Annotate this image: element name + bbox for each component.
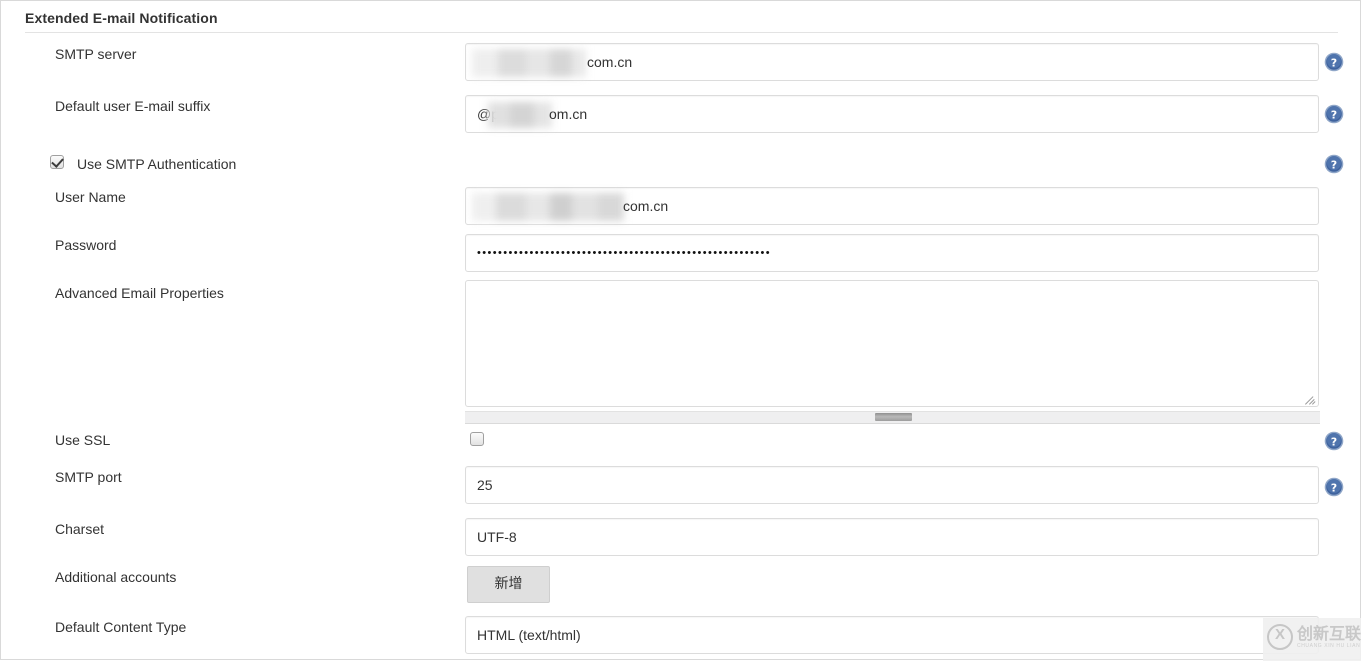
redacted-text-block — [472, 49, 586, 77]
charset-value: UTF-8 — [477, 529, 517, 545]
header-divider — [25, 32, 1338, 33]
label-smtp-server: SMTP server — [55, 46, 137, 62]
password-input[interactable]: ••••••••••••••••••••••••••••••••••••••••… — [465, 234, 1319, 272]
default-content-type-input[interactable]: HTML (text/html) — [465, 616, 1319, 654]
smtp-port-input[interactable]: 25 — [465, 466, 1319, 504]
svg-text:?: ? — [1331, 159, 1337, 172]
smtp-server-value: com.cn — [587, 54, 633, 70]
watermark: 创新互联 CHUANG XIN HU LIAN — [1263, 618, 1361, 661]
use-ssl-checkbox[interactable] — [470, 432, 484, 446]
svg-text:?: ? — [1331, 57, 1337, 70]
label-email-suffix: Default user E-mail suffix — [55, 98, 211, 114]
label-default-content-type: Default Content Type — [55, 619, 187, 635]
scrollbar-thumb[interactable] — [875, 413, 912, 421]
redacted-text-block — [472, 193, 624, 221]
use-smtp-authentication-checkbox[interactable] — [50, 155, 64, 169]
label-smtp-port: SMTP port — [55, 469, 122, 485]
default-content-type-value: HTML (text/html) — [477, 627, 581, 643]
settings-panel: Extended E-mail Notification SMTP server… — [0, 0, 1361, 661]
help-icon[interactable]: ? — [1324, 52, 1344, 72]
svg-text:?: ? — [1331, 482, 1337, 495]
add-account-button[interactable]: 新增 — [467, 566, 550, 603]
label-additional-accounts: Additional accounts — [55, 569, 177, 585]
help-icon[interactable]: ? — [1324, 154, 1344, 174]
email-suffix-prefix: @p — [477, 106, 499, 122]
label-password: Password — [55, 237, 117, 253]
smtp-port-value: 25 — [477, 477, 493, 493]
charset-input[interactable]: UTF-8 — [465, 518, 1319, 556]
help-icon[interactable]: ? — [1324, 477, 1344, 497]
watermark-pinyin-text: CHUANG XIN HU LIAN — [1297, 643, 1361, 649]
label-use-ssl: Use SSL — [55, 432, 111, 448]
email-suffix-input[interactable]: @p om.cn — [465, 95, 1319, 133]
label-charset: Charset — [55, 521, 105, 537]
label-user-name: User Name — [55, 189, 126, 205]
x-logo-icon — [1267, 624, 1293, 650]
watermark-chinese-text: 创新互联 — [1297, 624, 1361, 643]
svg-text:?: ? — [1331, 436, 1337, 449]
advanced-email-properties-textarea[interactable] — [465, 280, 1319, 407]
svg-text:?: ? — [1331, 109, 1337, 122]
help-icon[interactable]: ? — [1324, 104, 1344, 124]
label-advanced-email-properties: Advanced Email Properties — [55, 285, 224, 301]
resize-handle-icon[interactable] — [1304, 393, 1316, 405]
section-title: Extended E-mail Notification — [25, 10, 218, 26]
help-icon[interactable]: ? — [1324, 431, 1344, 451]
password-value: ••••••••••••••••••••••••••••••••••••••••… — [477, 247, 772, 259]
user-name-value: com.cn — [623, 198, 669, 214]
email-suffix-suffix: om.cn — [549, 106, 588, 122]
label-use-smtp-authentication: Use SMTP Authentication — [77, 156, 237, 172]
smtp-server-input[interactable]: com.cn — [465, 43, 1319, 81]
user-name-input[interactable]: com.cn — [465, 187, 1319, 225]
horizontal-scrollbar[interactable] — [465, 411, 1320, 424]
